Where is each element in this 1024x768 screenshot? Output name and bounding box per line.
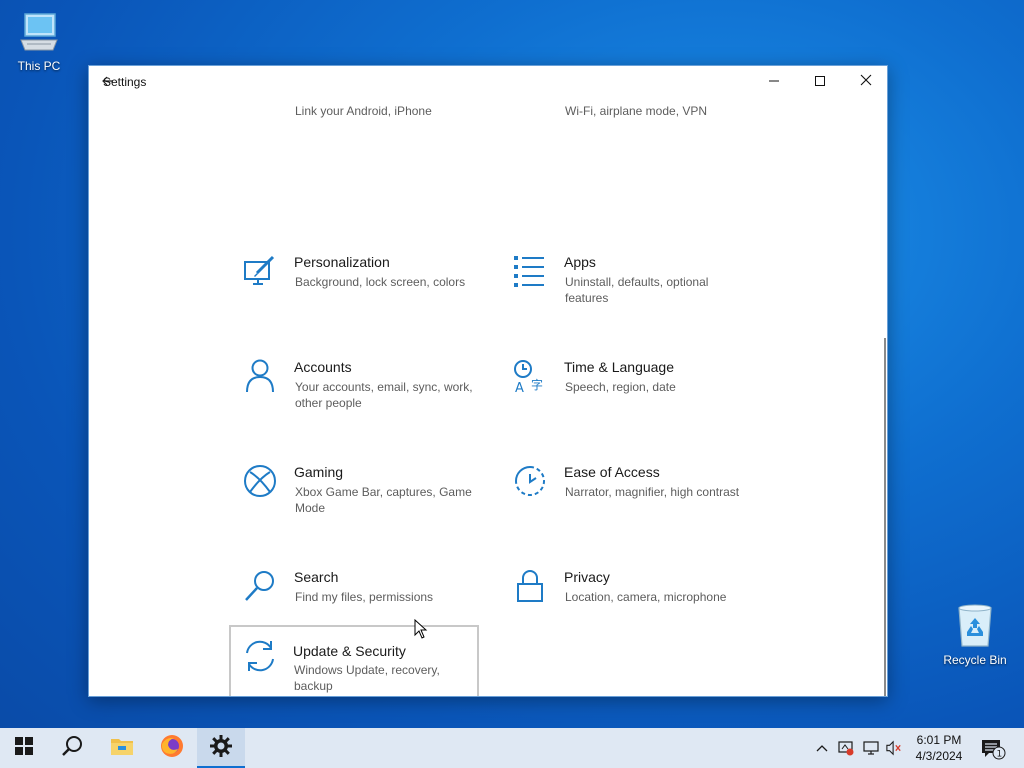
firefox-icon	[160, 734, 184, 763]
tile-title: Privacy	[564, 569, 610, 585]
minimize-button[interactable]	[751, 66, 797, 98]
tile-title: Search	[294, 569, 339, 585]
mouse-cursor-icon	[414, 618, 428, 644]
taskbar-firefox[interactable]	[148, 728, 196, 768]
network-warning-icon[interactable]	[838, 740, 854, 756]
start-button[interactable]	[0, 728, 48, 768]
tile-apps[interactable]: Apps Uninstall, defaults, optional featu…	[501, 250, 749, 334]
maximize-button[interactable]	[797, 66, 843, 98]
tile-description: Your accounts, email, sync, work, other …	[295, 380, 473, 410]
taskbar: 6:01 PM 4/3/2024 1	[0, 728, 1024, 768]
file-explorer-icon	[110, 736, 134, 761]
tile-title: Time & Language	[564, 359, 674, 375]
tile-description: Uninstall, defaults, optional features	[565, 275, 709, 305]
clock-date: 4/3/2024	[915, 749, 963, 763]
search-icon	[243, 569, 277, 603]
notification-count: 1	[997, 750, 1003, 760]
tile-description: Windows Update, recovery, backup	[294, 663, 440, 693]
clock-time: 6:01 PM	[916, 733, 962, 747]
tile-description: Link your Android, iPhone	[295, 104, 432, 118]
svg-text:字: 字	[531, 377, 543, 392]
tile-title: Accounts	[294, 359, 352, 375]
computer-icon	[0, 10, 78, 57]
recycle-bin-icon	[936, 602, 1014, 651]
tile-title: Update & Security	[293, 643, 406, 659]
tile-time-language[interactable]: A字 Time & Language Speech, region, date	[501, 355, 749, 439]
tile-description: Narrator, magnifier, high contrast	[565, 485, 740, 499]
desktop-icon-label: Recycle Bin	[943, 653, 1007, 667]
system-clock[interactable]: 6:01 PM 4/3/2024	[910, 732, 968, 764]
notification-center-icon[interactable]: 1	[980, 738, 1006, 765]
tile-network[interactable]: Wi-Fi, airplane mode, VPN	[501, 98, 749, 148]
desktop-icon-recycle-bin[interactable]: Recycle Bin	[936, 602, 1014, 667]
time-language-icon: A字	[513, 359, 547, 396]
svg-text:A: A	[515, 381, 524, 393]
phone-icon	[243, 98, 277, 102]
personalization-icon	[243, 254, 277, 288]
sync-icon	[243, 639, 277, 673]
minimize-icon	[769, 73, 779, 91]
tile-title: Personalization	[294, 254, 390, 270]
volume-muted-icon[interactable]	[886, 740, 902, 756]
apps-icon	[513, 254, 547, 288]
tile-privacy[interactable]: Privacy Location, camera, microphone	[501, 565, 749, 649]
tile-title: Ease of Access	[564, 464, 660, 480]
taskbar-search-button[interactable]	[48, 728, 96, 768]
desktop-icon-this-pc[interactable]: This PC	[0, 10, 78, 73]
tile-update-security[interactable]: Update & Security Windows Update, recove…	[229, 625, 479, 696]
window-title: Settings	[103, 75, 147, 89]
desktop-icon-label: This PC	[17, 59, 61, 73]
scrollbar[interactable]	[884, 338, 886, 696]
close-button[interactable]	[843, 66, 887, 98]
display-icon[interactable]	[863, 740, 879, 756]
tile-description: Xbox Game Bar, captures, Game Mode	[295, 485, 472, 515]
settings-grid: Link your Android, iPhone Wi-Fi, airplan…	[89, 98, 887, 696]
close-icon	[860, 73, 872, 91]
tile-description: Speech, region, date	[565, 380, 676, 394]
tile-personalization-inner[interactable]: Personalization Background, lock screen,…	[231, 250, 479, 334]
tile-accounts[interactable]: Accounts Your accounts, email, sync, wor…	[231, 355, 479, 439]
title-bar: Settings	[89, 66, 887, 98]
ease-of-access-icon	[513, 464, 547, 498]
tile-description: Wi-Fi, airplane mode, VPN	[565, 104, 708, 118]
taskbar-settings[interactable]	[197, 728, 245, 768]
globe-icon	[513, 98, 547, 102]
chevron-up-icon[interactable]	[814, 740, 830, 756]
maximize-icon	[815, 73, 825, 91]
lock-icon	[513, 569, 547, 603]
person-icon	[243, 359, 277, 393]
search-icon	[61, 735, 83, 762]
settings-window: Settings Link your Android, iPhone Wi-Fi…	[88, 65, 888, 697]
tile-description: Background, lock screen, colors	[295, 275, 466, 289]
tile-description: Find my files, permissions	[295, 590, 434, 604]
xbox-icon	[243, 464, 277, 498]
taskbar-file-explorer[interactable]	[98, 728, 146, 768]
windows-start-icon	[15, 736, 33, 760]
tile-title: Apps	[564, 254, 596, 270]
tile-ease-of-access[interactable]: Ease of Access Narrator, magnifier, high…	[501, 460, 749, 544]
tile-description: Location, camera, microphone	[565, 590, 727, 604]
settings-gear-icon	[210, 734, 232, 762]
tile-gaming[interactable]: Gaming Xbox Game Bar, captures, Game Mod…	[231, 460, 479, 544]
tile-title: Gaming	[294, 464, 344, 480]
tile-phone[interactable]: Link your Android, iPhone	[231, 98, 479, 148]
